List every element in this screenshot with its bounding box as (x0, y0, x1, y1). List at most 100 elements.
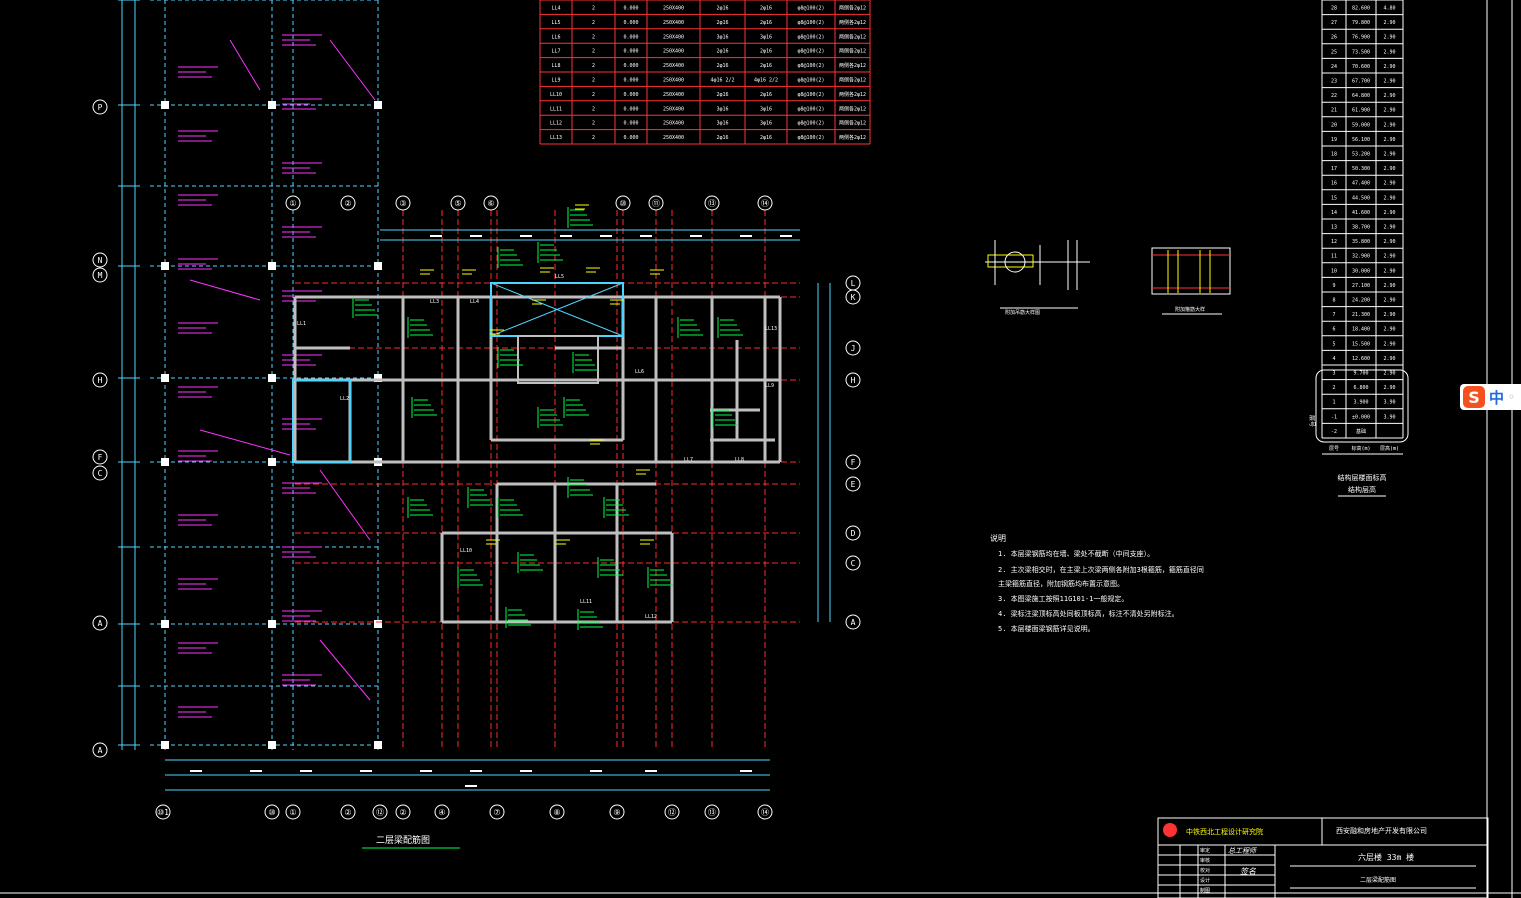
title-label: 设计 (1200, 877, 1210, 884)
ime-moon-icon[interactable]: ◦ (1508, 390, 1515, 404)
beam-table-cell: 3φ16 (716, 121, 728, 127)
floor-table-cell: 21 (1331, 108, 1337, 114)
beam-table-cell: LL10 (550, 92, 562, 98)
beam-table-cell: φ8@100(2) (797, 78, 824, 84)
axis-bubble-right: D (845, 525, 861, 541)
floor-table-cell: 2.90 (1383, 35, 1395, 41)
floor-table-cell: 73.500 (1352, 49, 1370, 55)
floor-table-cell: 23 (1331, 79, 1337, 85)
detail-1-label: 附加吊筋大样图 (1005, 309, 1040, 316)
beam-label: LL10 (460, 548, 472, 554)
floor-table-cell: 38.700 (1352, 225, 1370, 231)
column (268, 101, 276, 109)
beam-table-cell: 2φ16 (760, 135, 772, 141)
floor-table-cell: 32.900 (1352, 254, 1370, 260)
axis-bubble-label: ⑧ (553, 808, 560, 817)
beam-table-cell: 250X400 (663, 63, 684, 69)
floor-table-cell: 2.90 (1383, 327, 1395, 333)
beam-table-cell: 2φ16 (760, 49, 772, 55)
floor-table-cell: 6.800 (1353, 385, 1368, 391)
beam-label: LL4 (470, 299, 479, 305)
beam-table-cell: φ8@100(2) (797, 63, 824, 69)
beam-table-cell: 250X400 (663, 121, 684, 127)
slab-line (319, 639, 371, 701)
axis-bubble-left: C (92, 465, 108, 481)
floor-table-cell: 3 (1332, 371, 1335, 377)
beam-table-cell: LL8 (551, 63, 560, 69)
beam-table-cell: 250X400 (663, 78, 684, 84)
floor-table-cell: 24.200 (1352, 298, 1370, 304)
axis-bubble-label: ⑫ (376, 808, 384, 817)
floor-level-table: 28 82.600 4.8027 79.800 2.9026 76.900 2.9025 73… (1308, 0, 1409, 497)
column (374, 741, 382, 749)
axis-bubble-label: N (98, 256, 103, 265)
axis-bubble-bottom: ⑫ (372, 804, 388, 820)
floor-table-cell: 61.900 (1352, 108, 1370, 114)
axis-bubble-label: L (851, 279, 856, 288)
beam-table-cell: LL11 (550, 106, 562, 112)
floor-table-side-label: 层号 (1308, 415, 1315, 427)
beam-table-cell: 2φ16 (760, 92, 772, 98)
beam-table-cell: 250X400 (663, 20, 684, 26)
axis-bubble-bottom: ⑨ (609, 804, 625, 820)
note-line: 主梁箍筋直径，附加钢筋均布置示意图。 (998, 579, 1124, 588)
axis-bubbles: ① ② ③ ⑤ ⑥ ⑩ ⑪ ⑬ ⑭⑩1 ⑩ ① ② ⑫ ② ④ ⑦ ⑧ ⑨ ⑫ ⑬ ⑭PNMHFCAALKJHFEDCA (92, 99, 861, 820)
floor-table-cell: 2.90 (1383, 93, 1395, 99)
floor-table-cell: 30.000 (1352, 268, 1370, 274)
ime-language-toggle[interactable]: 中 (1489, 387, 1504, 408)
detail-2-label: 附加箍筋大样 (1175, 306, 1205, 313)
axis-bubble-right: H (845, 372, 861, 388)
axis-bubble-label: ⑬ (708, 199, 716, 208)
axis-bubble-bottom: ⑫ (664, 804, 680, 820)
floor-table-cell: 20 (1331, 122, 1337, 128)
ime-toolbar[interactable]: S 中 ◦ (1460, 384, 1521, 410)
floor-table-cell: 5 (1332, 341, 1335, 347)
axis-bubble-label: ② (344, 808, 351, 817)
note-line: 5. 本层楼面梁钢筋详见说明。 (998, 624, 1095, 633)
beam-table-cell: 2 (592, 49, 595, 55)
floor-table-cell: 9.700 (1353, 371, 1368, 377)
axis-bubble-label: F (851, 458, 856, 467)
column (161, 101, 169, 109)
floor-table-cell: 6 (1332, 327, 1335, 333)
beam-table-cell: 3φ16 (716, 34, 728, 40)
axis-bubble-label: H (98, 376, 103, 385)
axis-bubble-bottom: ② (340, 804, 356, 820)
axis-bubble-right: L (845, 275, 861, 291)
column (374, 262, 382, 270)
floor-table-cell: 26 (1331, 35, 1337, 41)
floor-table-cell: 2.90 (1383, 64, 1395, 70)
beam-table-cell: LL13 (550, 135, 562, 141)
cad-drawing-canvas[interactable]: LL1LL2LL3 LL4LL5LL6LL7 LL8LL9LL10LL11LL12L… (0, 0, 1521, 898)
floor-table-cell: 3.90 (1383, 400, 1395, 406)
beam-table-cell: 3φ16 (716, 106, 728, 112)
slab-line (229, 39, 261, 91)
axis-bubble-top: ⑬ (704, 195, 720, 211)
beam-table-cell: 4φ16 2/2 (710, 78, 734, 84)
floor-table-cell: 2.90 (1383, 166, 1395, 172)
floor-table-cell: 2.90 (1383, 268, 1395, 274)
floor-table-cell: -1 (1331, 414, 1337, 420)
sogou-logo-icon[interactable]: S (1463, 386, 1485, 408)
beam-table-cell: 250X400 (663, 106, 684, 112)
beam-table-cell: 2 (592, 6, 595, 12)
axis-bubble-left: M (92, 267, 108, 283)
floor-table-cell: 50.300 (1352, 166, 1370, 172)
axis-bubble-right: K (845, 289, 861, 305)
axis-bubble-label: ⑭ (761, 199, 769, 208)
floor-table-cell: 3.900 (1353, 400, 1368, 406)
axis-bubble-label: A (851, 618, 856, 627)
floor-table-cell: 47.400 (1352, 181, 1370, 187)
beam-label: LL12 (645, 614, 657, 620)
axis-bubble-right: A (845, 614, 861, 630)
axis-bubble-label: ① (289, 808, 296, 817)
beam-table-cell: 2φ16 (716, 135, 728, 141)
column (374, 101, 382, 109)
floor-table-cell: 15 (1331, 195, 1337, 201)
floor-table-cell: 24 (1331, 64, 1337, 70)
axis-bubble-label: ⑤ (454, 199, 461, 208)
beam-table-cell: 2φ16 (760, 63, 772, 69)
axis-bubble-right: E (845, 476, 861, 492)
floor-table-cell: 2.90 (1383, 137, 1395, 143)
signature-2: 签名 (1240, 867, 1257, 876)
